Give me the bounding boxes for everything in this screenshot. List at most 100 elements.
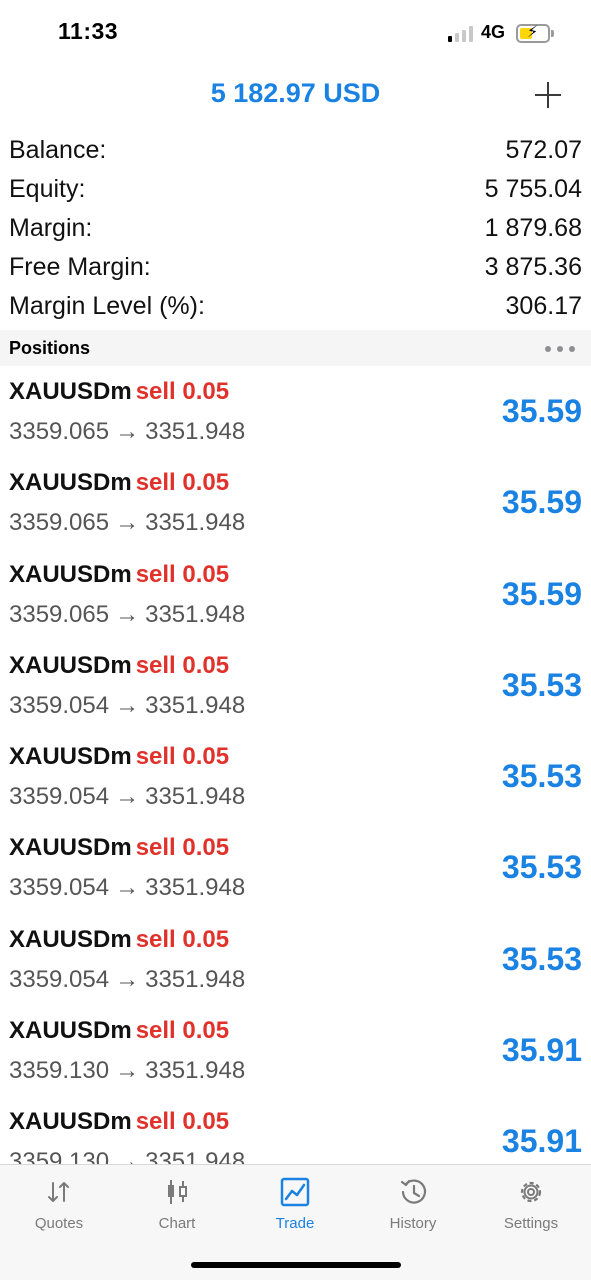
- summary-value: 3 875.36: [484, 253, 582, 281]
- position-symbol: XAUUSDm: [9, 560, 132, 588]
- position-symbol: XAUUSDm: [9, 925, 132, 953]
- position-profit: 35.59: [501, 575, 582, 612]
- arrow-right-icon: →: [115, 600, 140, 628]
- summary-value: 1 879.68: [484, 214, 582, 242]
- arrow-right-icon: →: [115, 874, 140, 902]
- history-clock-icon: [400, 1179, 427, 1204]
- home-indicator[interactable]: [191, 1262, 401, 1268]
- tab-label: Quotes: [34, 1215, 84, 1232]
- position-row[interactable]: XAUUSDm sell 0.05 3359.065 → 3351.948 35.59: [0, 549, 591, 640]
- position-current-price: 3351.948: [145, 418, 246, 445]
- summary-label: Margin Level (%):: [9, 292, 205, 320]
- arrow-right-icon: →: [115, 783, 140, 811]
- position-current-price: 3351.948: [145, 691, 246, 719]
- position-symbol: XAUUSDm: [9, 651, 132, 679]
- position-symbol: XAUUSDm: [9, 834, 132, 862]
- gear-icon: [520, 1181, 542, 1203]
- position-side: sell 0.05: [135, 834, 230, 862]
- position-symbol: XAUUSDm: [9, 743, 132, 771]
- position-current-price: 3351.948: [145, 783, 246, 811]
- position-current-price: 3351.948: [145, 1148, 246, 1164]
- tab-quotes[interactable]: Quotes: [0, 1173, 118, 1239]
- position-open-price: 3359.130: [9, 1057, 110, 1085]
- position-open-price: 3359.130: [9, 1148, 110, 1164]
- tab-label: Trade: [275, 1215, 315, 1232]
- candlestick-chart-icon: [168, 1180, 187, 1204]
- position-open-price: 3359.054: [9, 783, 110, 811]
- position-open-price: 3359.054: [9, 965, 110, 993]
- more-dots-icon[interactable]: [545, 346, 575, 352]
- position-row[interactable]: XAUUSDm sell 0.05 3359.054 → 3351.948 35.53: [0, 822, 591, 913]
- position-symbol: XAUUSDm: [9, 1108, 132, 1136]
- arrow-right-icon: →: [115, 509, 140, 537]
- positions-section-header: Positions: [0, 330, 591, 366]
- position-profit: 35.53: [501, 940, 582, 977]
- positions-list[interactable]: XAUUSDm sell 0.05 3359.065 → 3351.948 35.59…: [0, 366, 591, 1164]
- position-open-price: 3359.065: [9, 418, 110, 445]
- position-open-price: 3359.065: [9, 600, 110, 628]
- summary-label: Balance:: [9, 136, 107, 164]
- summary-row-free-margin: Free Margin: 3 875.36: [0, 249, 591, 288]
- summary-value: 572.07: [505, 136, 582, 164]
- position-row[interactable]: XAUUSDm sell 0.05 3359.054 → 3351.948 35.53: [0, 731, 591, 822]
- summary-label: Margin:: [9, 214, 93, 242]
- position-profit: 35.59: [501, 393, 582, 429]
- position-profit: 35.59: [501, 484, 582, 521]
- position-side: sell 0.05: [135, 378, 230, 405]
- position-row[interactable]: XAUUSDm sell 0.05 3359.130 → 3351.948 35.91: [0, 1096, 591, 1164]
- summary-row-margin-level: Margin Level (%): 306.17: [0, 288, 591, 327]
- summary-row-balance: Balance: 572.07: [0, 132, 591, 171]
- position-side: sell 0.05: [135, 469, 230, 497]
- position-row[interactable]: XAUUSDm sell 0.05 3359.130 → 3351.948 35.91: [0, 1005, 591, 1096]
- account-summary: Balance: 572.07 Equity: 5 755.04 Margin:…: [0, 132, 591, 327]
- account-profit-title: 5 182.97 USD: [210, 78, 381, 108]
- arrow-right-icon: →: [115, 1148, 140, 1164]
- position-current-price: 3351.948: [145, 600, 246, 628]
- battery-icon: ⚡: [516, 24, 550, 43]
- position-side: sell 0.05: [135, 925, 230, 953]
- quotes-arrows-icon: [48, 1182, 69, 1202]
- header: 5 182.97 USD: [0, 66, 591, 126]
- position-symbol: XAUUSDm: [9, 469, 132, 497]
- summary-label: Equity:: [9, 175, 86, 203]
- position-side: sell 0.05: [135, 743, 230, 771]
- trade-screen: 11:33 4G ⚡ 5 182.97 USD Balance: 572.07 …: [0, 0, 591, 1280]
- position-open-price: 3359.054: [9, 691, 110, 719]
- network-type: 4G: [481, 22, 506, 42]
- position-profit: 35.53: [501, 666, 582, 703]
- summary-label: Free Margin:: [9, 253, 151, 281]
- arrow-right-icon: →: [115, 1057, 140, 1085]
- position-side: sell 0.05: [135, 1108, 230, 1136]
- position-side: sell 0.05: [135, 651, 230, 679]
- arrow-right-icon: →: [115, 418, 140, 445]
- position-current-price: 3351.948: [145, 874, 246, 902]
- status-time: 11:33: [58, 18, 119, 44]
- position-open-price: 3359.065: [9, 509, 110, 537]
- status-bar: 11:33 4G ⚡: [0, 0, 591, 66]
- position-current-price: 3351.948: [145, 965, 246, 993]
- position-profit: 35.53: [501, 758, 582, 795]
- position-side: sell 0.05: [135, 1017, 230, 1045]
- position-profit: 35.91: [501, 1123, 582, 1160]
- tab-history[interactable]: History: [354, 1173, 472, 1239]
- tab-label: Chart: [158, 1215, 196, 1232]
- position-profit: 35.91: [501, 1032, 582, 1069]
- positions-title: Positions: [9, 338, 91, 358]
- position-row[interactable]: XAUUSDm sell 0.05 3359.065 → 3351.948 35.59: [0, 457, 591, 548]
- tab-label: Settings: [503, 1215, 559, 1232]
- tab-chart[interactable]: Chart: [118, 1173, 236, 1239]
- tab-settings[interactable]: Settings: [472, 1173, 590, 1239]
- position-row[interactable]: XAUUSDm sell 0.05 3359.054 → 3351.948 35.53: [0, 640, 591, 731]
- cellular-signal-icon: [448, 26, 474, 42]
- tab-trade[interactable]: Trade: [236, 1173, 354, 1239]
- position-row[interactable]: XAUUSDm sell 0.05 3359.065 → 3351.948 35.59: [0, 366, 591, 457]
- summary-value: 306.17: [505, 292, 582, 320]
- tab-label: History: [389, 1215, 437, 1232]
- arrow-right-icon: →: [115, 691, 140, 719]
- plus-icon[interactable]: [535, 82, 561, 108]
- position-row[interactable]: XAUUSDm sell 0.05 3359.054 → 3351.948 35.53: [0, 914, 591, 1005]
- position-side: sell 0.05: [135, 560, 230, 588]
- position-current-price: 3351.948: [145, 509, 246, 537]
- position-open-price: 3359.054: [9, 874, 110, 902]
- trade-line-chart-icon: [280, 1177, 310, 1207]
